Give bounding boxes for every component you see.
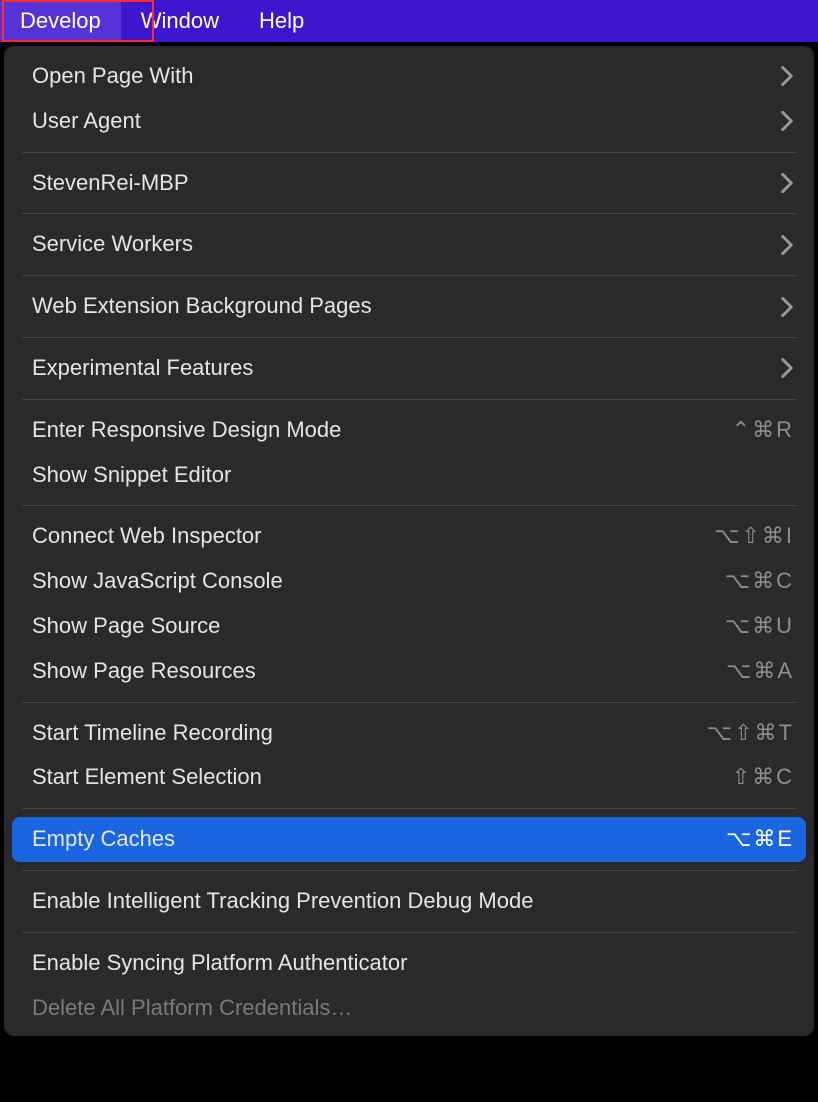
menu-item-accessory: ⌥⌘E xyxy=(726,824,794,855)
menu-item-accessory: ⌥⌘U xyxy=(725,611,794,642)
menu-item-label: User Agent xyxy=(32,106,141,137)
chevron-right-icon xyxy=(780,297,794,317)
menu-separator xyxy=(22,152,796,153)
menu-item-enable-intelligent-tracking-prevention-debug-mode[interactable]: Enable Intelligent Tracking Prevention D… xyxy=(4,879,814,924)
menu-item-accessory: ⇧⌘C xyxy=(732,762,794,793)
menu-item-label: Web Extension Background Pages xyxy=(32,291,372,322)
menu-item-label: Show Page Source xyxy=(32,611,220,642)
chevron-right-icon xyxy=(780,66,794,86)
menu-item-label: Enable Syncing Platform Authenticator xyxy=(32,948,407,979)
menu-item-label: Show JavaScript Console xyxy=(32,566,283,597)
menu-separator xyxy=(22,213,796,214)
menu-item-label: Enable Intelligent Tracking Prevention D… xyxy=(32,886,533,917)
menu-item-accessory: ⌥⌘C xyxy=(725,566,794,597)
menu-item-start-timeline-recording[interactable]: Start Timeline Recording ⌥⇧⌘T xyxy=(4,711,814,756)
menu-separator xyxy=(22,337,796,338)
menu-item-delete-all-platform-credentials: Delete All Platform Credentials… xyxy=(4,986,814,1031)
menu-item-label: Start Element Selection xyxy=(32,762,262,793)
menu-item-label: Open Page With xyxy=(32,61,193,92)
chevron-right-icon xyxy=(780,358,794,378)
menu-item-label: Delete All Platform Credentials… xyxy=(32,993,352,1024)
menu-item-accessory xyxy=(780,358,794,378)
menu-item-stevenrei-mbp[interactable]: StevenRei-MBP xyxy=(4,161,814,206)
menu-item-accessory: ⌥⇧⌘I xyxy=(714,521,794,552)
keyboard-shortcut: ⌥⌘A xyxy=(726,656,794,687)
chevron-right-icon xyxy=(780,111,794,131)
menu-item-empty-caches[interactable]: Empty Caches ⌥⌘E xyxy=(12,817,806,862)
menu-item-accessory xyxy=(780,173,794,193)
menubar-item-window[interactable]: Window xyxy=(121,0,239,42)
chevron-right-icon xyxy=(780,173,794,193)
menu-item-label: Experimental Features xyxy=(32,353,253,384)
menu-item-show-snippet-editor[interactable]: Show Snippet Editor xyxy=(4,453,814,498)
menubar-label: Help xyxy=(259,8,304,34)
menu-item-label: Enter Responsive Design Mode xyxy=(32,415,341,446)
menu-item-accessory xyxy=(780,297,794,317)
menu-item-user-agent[interactable]: User Agent xyxy=(4,99,814,144)
chevron-right-icon xyxy=(780,235,794,255)
menu-item-connect-web-inspector[interactable]: Connect Web Inspector ⌥⇧⌘I xyxy=(4,514,814,559)
menu-item-label: StevenRei-MBP xyxy=(32,168,189,199)
menu-item-accessory: ⌥⇧⌘T xyxy=(707,718,794,749)
menu-item-enter-responsive-design-mode[interactable]: Enter Responsive Design Mode ⌃⌘R xyxy=(4,408,814,453)
keyboard-shortcut: ⌃⌘R xyxy=(732,415,794,446)
keyboard-shortcut: ⌥⇧⌘I xyxy=(714,521,794,552)
menu-item-label: Connect Web Inspector xyxy=(32,521,262,552)
keyboard-shortcut: ⌥⌘E xyxy=(726,824,794,855)
menu-item-label: Service Workers xyxy=(32,229,193,260)
keyboard-shortcut: ⌥⌘C xyxy=(725,566,794,597)
keyboard-shortcut: ⌥⇧⌘T xyxy=(707,718,794,749)
menu-separator xyxy=(22,399,796,400)
menubar-label: Develop xyxy=(20,8,101,34)
menu-item-accessory xyxy=(780,111,794,131)
menu-separator xyxy=(22,702,796,703)
menu-item-enable-syncing-platform-authenticator[interactable]: Enable Syncing Platform Authenticator xyxy=(4,941,814,986)
menu-item-show-page-resources[interactable]: Show Page Resources ⌥⌘A xyxy=(4,649,814,694)
menu-item-label: Show Snippet Editor xyxy=(32,460,231,491)
menubar-item-develop[interactable]: Develop xyxy=(0,0,121,42)
menu-item-accessory: ⌥⌘A xyxy=(726,656,794,687)
menu-separator xyxy=(22,808,796,809)
menubar-label: Window xyxy=(141,8,219,34)
menu-item-label: Start Timeline Recording xyxy=(32,718,273,749)
menu-item-web-extension-background-pages[interactable]: Web Extension Background Pages xyxy=(4,284,814,329)
menu-separator xyxy=(22,870,796,871)
keyboard-shortcut: ⇧⌘C xyxy=(732,762,794,793)
menu-item-accessory: ⌃⌘R xyxy=(732,415,794,446)
menu-separator xyxy=(22,275,796,276)
menubar: Develop Window Help xyxy=(0,0,818,42)
menu-separator xyxy=(22,505,796,506)
menu-item-service-workers[interactable]: Service Workers xyxy=(4,222,814,267)
menubar-item-help[interactable]: Help xyxy=(239,0,324,42)
menu-separator xyxy=(22,932,796,933)
menu-item-label: Empty Caches xyxy=(32,824,175,855)
menu-item-open-page-with[interactable]: Open Page With xyxy=(4,54,814,99)
menu-item-accessory xyxy=(780,235,794,255)
menu-item-start-element-selection[interactable]: Start Element Selection ⇧⌘C xyxy=(4,755,814,800)
keyboard-shortcut: ⌥⌘U xyxy=(725,611,794,642)
develop-dropdown: Open Page With User Agent StevenRei-MBP Ser… xyxy=(4,46,814,1036)
menu-item-experimental-features[interactable]: Experimental Features xyxy=(4,346,814,391)
menu-item-accessory xyxy=(780,66,794,86)
menu-item-show-page-source[interactable]: Show Page Source ⌥⌘U xyxy=(4,604,814,649)
menu-item-show-javascript-console[interactable]: Show JavaScript Console ⌥⌘C xyxy=(4,559,814,604)
menu-item-label: Show Page Resources xyxy=(32,656,256,687)
